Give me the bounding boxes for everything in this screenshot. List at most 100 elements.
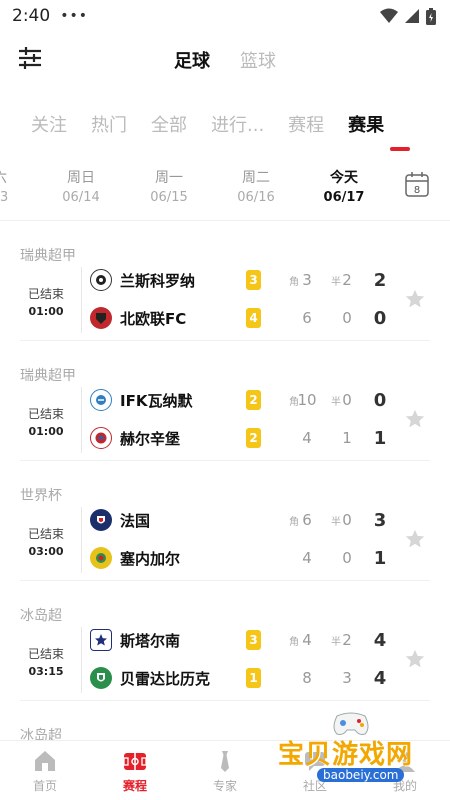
league-name: 瑞典超甲	[20, 368, 76, 384]
date-date: 06/17	[323, 190, 365, 205]
match-card[interactable]: 世界杯 已结束 03:00 法国 角 6 半 0 3 塞内加尔 4 0 1	[0, 461, 450, 581]
nav-schedule[interactable]: 赛程	[90, 741, 180, 800]
date-day: 六	[0, 167, 30, 187]
sport-header: 足球 篮球	[0, 32, 450, 87]
tab-basketball[interactable]: 篮球	[240, 47, 276, 73]
tab-all[interactable]: 全部	[151, 111, 187, 137]
calendar-icon[interactable]: 8	[405, 171, 429, 197]
date-day: 周一	[155, 170, 183, 186]
nav-profile[interactable]: 我的	[360, 741, 450, 800]
match-card-partial[interactable]: 冰岛超	[0, 701, 450, 744]
match-card[interactable]: 冰岛超 已结束 03:15 斯塔尔南 3 角 4 半 2 4 贝雷达比历克 1 …	[0, 581, 450, 701]
team-crest-icon	[90, 509, 112, 531]
favorite-star-icon[interactable]	[404, 408, 426, 430]
team-name: 赫尔辛堡	[120, 429, 181, 448]
divider-vertical	[81, 627, 82, 693]
date-day: 周日	[67, 170, 95, 186]
signal-icon	[405, 9, 419, 23]
nav-label: 赛程	[122, 779, 147, 793]
corner-count: 4	[302, 429, 312, 447]
corner-count: 4	[302, 631, 312, 649]
away-team-row: 北欧联FC 4 6 0 0	[90, 304, 430, 332]
nav-community[interactable]: 社区	[270, 741, 360, 800]
corner-count: 6	[302, 309, 312, 327]
nav-label: 首页	[32, 779, 57, 793]
date-item-today[interactable]: 今天 06/17	[314, 167, 374, 205]
full-score: 2	[373, 269, 387, 291]
team-crest-icon	[90, 667, 112, 689]
bottom-nav: 首页 赛程 专家 社区 我的	[0, 740, 450, 800]
battery-icon	[426, 7, 436, 25]
kickoff-time: 01:00	[28, 425, 64, 438]
date-item-mon[interactable]: 周一 06/15	[139, 167, 199, 205]
match-card[interactable]: 瑞典超甲 已结束 01:00 兰斯科罗纳 3 角 3 半 2 2 北欧联FC 4…	[0, 221, 450, 341]
nav-home[interactable]: 首页	[0, 741, 90, 800]
tab-results[interactable]: 赛果	[348, 111, 384, 137]
home-team-row: IFK瓦纳默 2 角 10 半 0 0	[90, 386, 430, 414]
divider-vertical	[81, 387, 82, 453]
full-score: 1	[373, 427, 387, 449]
status-bar: 2:40 •••	[0, 0, 450, 32]
favorite-star-icon[interactable]	[404, 288, 426, 310]
favorite-star-icon[interactable]	[404, 528, 426, 550]
active-tab-indicator	[390, 147, 410, 151]
league-name: 冰岛超	[20, 608, 62, 624]
match-card[interactable]: 瑞典超甲 已结束 01:00 IFK瓦纳默 2 角 10 半 0 0 赫尔辛堡 …	[0, 341, 450, 461]
team-name: 斯塔尔南	[120, 631, 181, 650]
home-icon	[35, 751, 55, 771]
schedule-icon	[123, 753, 147, 770]
full-score: 0	[373, 389, 387, 411]
nav-expert[interactable]: 专家	[180, 741, 270, 800]
yellow-card-badge: 2	[246, 390, 261, 410]
corner-count: 8	[302, 669, 312, 687]
date-item-sat[interactable]: 六 13	[0, 167, 30, 205]
tab-hot[interactable]: 热门	[91, 111, 127, 137]
date-strip: 六 13 周日 06/14 周一 06/15 周二 06/16 今天 06/17…	[0, 161, 450, 221]
team-crest-icon	[90, 269, 112, 291]
match-status: 已结束 03:00	[20, 525, 72, 558]
corner-count: 6	[302, 511, 312, 529]
match-status: 已结束 03:15	[20, 645, 72, 678]
tab-football[interactable]: 足球	[174, 47, 210, 73]
corner-count: 4	[302, 549, 312, 567]
status-time: 2:40	[12, 6, 51, 26]
divider-vertical	[81, 507, 82, 573]
date-date: 06/16	[237, 190, 275, 205]
tab-live[interactable]: 进行...	[211, 111, 264, 137]
away-team-row: 贝雷达比历克 1 8 3 4	[90, 664, 430, 692]
nav-label: 专家	[212, 779, 237, 793]
home-team-row: 兰斯科罗纳 3 角 3 半 2 2	[90, 266, 430, 294]
team-crest-icon	[90, 389, 112, 411]
yellow-card-badge	[246, 548, 261, 568]
wifi-icon	[380, 8, 398, 23]
status-text: 已结束	[27, 287, 64, 301]
category-tabs: 关注 热门 全部 进行... 赛程 赛果	[0, 87, 450, 161]
half-score: 3	[342, 669, 352, 687]
filter-settings-icon[interactable]	[18, 46, 42, 70]
tab-follow[interactable]: 关注	[31, 111, 67, 137]
half-score: 0	[342, 309, 352, 327]
yellow-card-badge: 2	[246, 428, 261, 448]
match-list: 瑞典超甲 已结束 01:00 兰斯科罗纳 3 角 3 半 2 2 北欧联FC 4…	[0, 221, 450, 744]
expert-icon	[221, 751, 229, 772]
date-item-tue[interactable]: 周二 06/16	[226, 167, 286, 205]
team-name: 兰斯科罗纳	[120, 271, 196, 290]
kickoff-time: 03:00	[28, 545, 64, 558]
status-text: 已结束	[27, 647, 64, 661]
date-day: 今天	[330, 170, 358, 186]
calendar-day: 8	[414, 185, 420, 196]
tab-schedule[interactable]: 赛程	[288, 111, 324, 137]
nav-label: 我的	[392, 779, 417, 793]
team-name: IFK瓦纳默	[120, 391, 193, 410]
match-status: 已结束 01:00	[20, 405, 72, 438]
full-score: 3	[373, 509, 387, 531]
profile-icon	[395, 752, 415, 772]
kickoff-time: 03:15	[28, 665, 64, 678]
favorite-star-icon[interactable]	[404, 648, 426, 670]
team-name: 法国	[120, 511, 151, 530]
half-score: 2	[342, 631, 352, 649]
yellow-card-badge: 3	[246, 630, 261, 650]
full-score: 1	[373, 547, 387, 569]
home-team-row: 法国 角 6 半 0 3	[90, 506, 430, 534]
date-item-sun[interactable]: 周日 06/14	[51, 167, 111, 205]
